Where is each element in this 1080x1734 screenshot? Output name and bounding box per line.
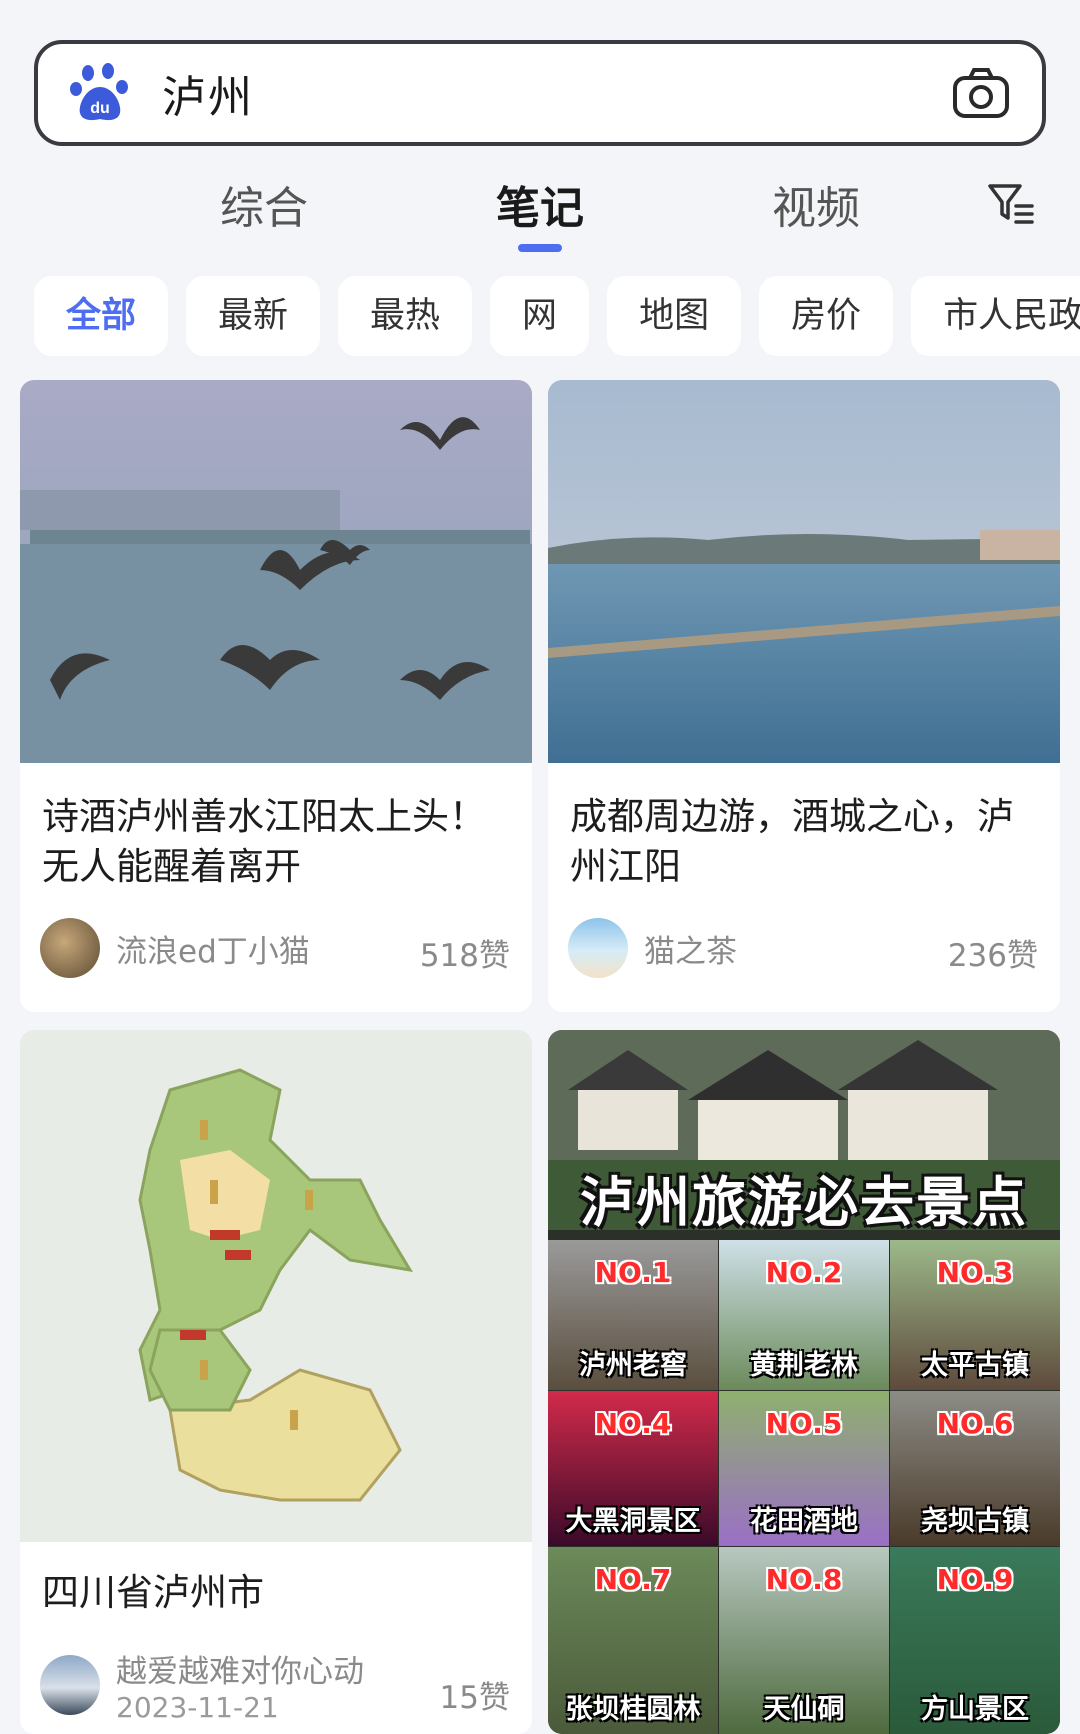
tab-notes[interactable]: 笔记 (496, 172, 584, 236)
chip-hottest[interactable]: 最热 (338, 276, 473, 356)
spot-name: 花田酒地 (750, 1506, 858, 1537)
spot-name: 大黑洞景区 (565, 1506, 701, 1537)
card-image-collage: 泸州旅游必去景点 NO.1 泸州老窖 NO.2 黄荆老林 NO.3 太平古镇 N… (548, 1030, 1060, 1734)
collage-title: 泸州旅游必去景点 (580, 1171, 1028, 1234)
avatar (40, 1655, 100, 1715)
like-count: 236赞 (947, 938, 1038, 974)
card-author[interactable]: 猫之茶 (568, 918, 737, 978)
author-name: 越爱越难对你心动 (116, 1654, 364, 1690)
chip-map[interactable]: 地图 (607, 276, 742, 356)
card-title: 成都周边游，酒城之心，泸州江阳 (570, 795, 1014, 888)
search-input[interactable]: 泸州 (162, 61, 950, 125)
spot-cell: NO.5 花田酒地 (719, 1391, 889, 1546)
tab-videos[interactable]: 视频 (772, 172, 860, 236)
chip-web[interactable]: 网 (490, 276, 590, 356)
search-bar[interactable]: du 泸州 (34, 40, 1046, 146)
note-card[interactable]: 成都周边游，酒城之心，泸州江阳 猫之茶 236赞 (548, 380, 1060, 1012)
spot-name: 太平古镇 (921, 1350, 1029, 1381)
like-count: 518赞 (419, 938, 510, 974)
tab-bar: 综合 笔记 视频 (0, 160, 1080, 260)
card-image-river (548, 380, 1060, 763)
chip-all[interactable]: 全部 (34, 276, 169, 356)
tab-comprehensive[interactable]: 综合 (220, 172, 308, 236)
chip-latest[interactable]: 最新 (186, 276, 321, 356)
note-card[interactable]: 四川省泸州市 越爱越难对你心动 2023-11-21 15赞 (20, 1030, 532, 1734)
avatar (40, 918, 100, 978)
avatar (568, 918, 628, 978)
spot-number: NO.4 (594, 1407, 672, 1440)
spot-name: 天仙硐 (763, 1694, 845, 1725)
spot-number: NO.2 (765, 1256, 843, 1289)
spot-name: 方山景区 (921, 1694, 1029, 1725)
card-image-seagulls (20, 380, 532, 763)
spot-name: 张坝桂圆林 (565, 1694, 701, 1725)
spot-cell: NO.1 泸州老窖 (548, 1240, 718, 1390)
camera-icon[interactable] (950, 62, 1012, 124)
spot-number: NO.9 (936, 1563, 1014, 1596)
card-author[interactable]: 越爱越难对你心动 2023-11-21 (40, 1646, 364, 1724)
card-image-map (20, 1030, 532, 1542)
spot-number: NO.5 (765, 1407, 843, 1440)
author-name: 流浪ed丁小猫 (116, 933, 310, 970)
spot-cell: NO.6 尧坝古镇 (890, 1391, 1060, 1546)
spot-number: NO.7 (594, 1563, 672, 1596)
active-tab-indicator (518, 244, 562, 252)
chip-house-price[interactable]: 房价 (759, 276, 894, 356)
spot-cell: NO.8 天仙硐 (719, 1547, 889, 1734)
note-card[interactable]: 泸州旅游必去景点 NO.1 泸州老窖 NO.2 黄荆老林 NO.3 太平古镇 N… (548, 1030, 1060, 1734)
author-name: 猫之茶 (644, 933, 737, 970)
spot-cell: NO.4 大黑洞景区 (548, 1391, 718, 1546)
note-card[interactable]: 诗酒泸州善水江阳太上头！无人能醒着离开 流浪ed丁小猫 518赞 (20, 380, 532, 1012)
spot-cell: NO.3 太平古镇 (890, 1240, 1060, 1390)
card-title: 诗酒泸州善水江阳太上头！无人能醒着离开 (42, 795, 486, 888)
card-author[interactable]: 流浪ed丁小猫 (40, 918, 310, 978)
filter-icon[interactable] (986, 178, 1036, 228)
spot-name: 黄荆老林 (750, 1350, 858, 1381)
spot-cell: NO.9 方山景区 (890, 1547, 1060, 1734)
spot-name: 尧坝古镇 (921, 1506, 1029, 1537)
spot-name: 泸州老窖 (579, 1350, 687, 1381)
post-date: 2023-11-21 (116, 1691, 279, 1724)
chip-government[interactable]: 市人民政 (911, 276, 1080, 356)
card-title: 四川省泸州市 (42, 1571, 264, 1614)
spot-cell: NO.7 张坝桂圆林 (548, 1547, 718, 1734)
spot-number: NO.1 (594, 1256, 672, 1289)
spot-cell: NO.2 黄荆老林 (719, 1240, 889, 1390)
spot-number: NO.3 (936, 1256, 1014, 1289)
svg-text:du: du (90, 100, 110, 117)
like-count: 15赞 (439, 1680, 510, 1716)
baidu-paw-icon: du (70, 63, 128, 121)
spot-number: NO.6 (936, 1407, 1014, 1440)
spot-number: NO.8 (765, 1563, 843, 1596)
filter-chips: 全部 最新 最热网地图 房价 市人民政 (34, 276, 1080, 356)
